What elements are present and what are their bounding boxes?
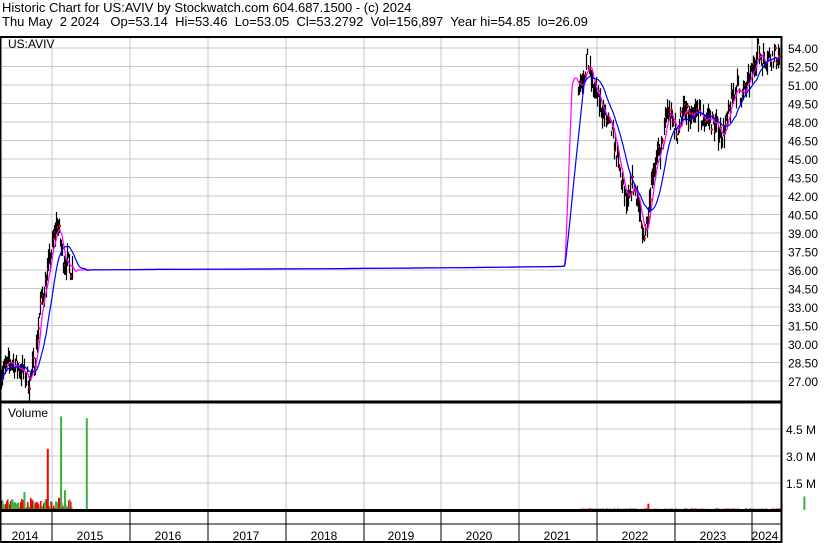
volume-spike bbox=[85, 418, 88, 510]
x-tick-label: 2019 bbox=[388, 529, 415, 543]
price-tick-label: 52.50 bbox=[788, 61, 818, 75]
volume-tick-label: 4.5 M bbox=[786, 423, 816, 437]
close-tick bbox=[669, 109, 671, 112]
volume-tick-label: 3.0 M bbox=[786, 450, 816, 464]
price-tick-label: 54.00 bbox=[788, 42, 818, 56]
price-tick-label: 34.50 bbox=[788, 283, 818, 297]
x-tick-label: 2020 bbox=[466, 529, 493, 543]
close-tick bbox=[673, 121, 675, 124]
price-tick-label: 40.50 bbox=[788, 209, 818, 223]
price-tick-label: 43.50 bbox=[788, 172, 818, 186]
close-tick bbox=[680, 111, 682, 114]
price-tick-label: 51.00 bbox=[788, 79, 818, 93]
close-tick bbox=[711, 128, 713, 131]
close-tick bbox=[676, 133, 678, 136]
close-tick bbox=[33, 356, 35, 359]
x-tick-label: 2024 bbox=[752, 529, 779, 543]
x-tick-label: 2022 bbox=[622, 529, 649, 543]
close-tick bbox=[671, 109, 673, 112]
long-moving-average bbox=[0, 56, 779, 385]
volume-spike bbox=[803, 496, 806, 510]
volume-spike bbox=[23, 492, 26, 510]
x-tick-label: 2023 bbox=[700, 529, 727, 543]
volume-spike bbox=[46, 448, 49, 510]
x-tick-label: 2017 bbox=[233, 529, 260, 543]
price-tick-label: 36.00 bbox=[788, 264, 818, 278]
close-tick bbox=[641, 223, 643, 226]
close-tick bbox=[725, 123, 727, 126]
price-tick-label: 31.50 bbox=[788, 320, 818, 334]
price-tick-label: 33.00 bbox=[788, 301, 818, 315]
price-tick-label: 28.50 bbox=[788, 357, 818, 371]
x-tick-label: 2014 bbox=[12, 529, 39, 543]
x-tick-label: 2018 bbox=[311, 529, 338, 543]
close-tick bbox=[644, 237, 646, 240]
x-tick-label: 2016 bbox=[155, 529, 182, 543]
x-tick-label: 2015 bbox=[77, 529, 104, 543]
price-tick-label: 30.00 bbox=[788, 338, 818, 352]
price-tick-label: 49.50 bbox=[788, 98, 818, 112]
volume-spike bbox=[60, 416, 63, 510]
x-tick-label: 2021 bbox=[544, 529, 571, 543]
close-tick bbox=[59, 224, 61, 227]
close-tick bbox=[650, 198, 652, 201]
price-chart: US:AVIV Volume 54.00 52.50 51.00 49.50 48.00… bbox=[0, 36, 819, 543]
price-tick-label: 39.00 bbox=[788, 227, 818, 241]
symbol-label: US:AVIV bbox=[8, 37, 54, 51]
price-tick-label: 42.00 bbox=[788, 190, 818, 204]
short-moving-average bbox=[0, 53, 780, 385]
price-bars bbox=[0, 37, 781, 401]
plot-border bbox=[0, 36, 783, 511]
close-tick bbox=[38, 327, 40, 330]
price-tick-label: 27.00 bbox=[788, 375, 818, 389]
close-tick bbox=[662, 139, 664, 142]
close-tick bbox=[37, 340, 39, 343]
close-tick bbox=[29, 387, 31, 390]
close-tick bbox=[632, 175, 634, 178]
grid bbox=[0, 38, 781, 543]
volume-bars bbox=[0, 416, 806, 510]
volume-tick-label: 1.5 M bbox=[786, 477, 816, 491]
close-tick bbox=[687, 104, 689, 107]
price-tick-label: 37.50 bbox=[788, 246, 818, 260]
chart-frame bbox=[0, 36, 783, 543]
price-tick-label: 46.50 bbox=[788, 135, 818, 149]
close-tick bbox=[630, 183, 632, 186]
close-tick bbox=[775, 46, 777, 49]
axis-ticks: 54.00 52.50 51.00 49.50 48.00 46.50 45.00 43.50… bbox=[12, 42, 819, 543]
price-tick-label: 48.00 bbox=[788, 116, 818, 130]
moving-averages bbox=[0, 53, 780, 385]
price-tick-label: 45.00 bbox=[788, 153, 818, 167]
close-tick bbox=[40, 302, 42, 305]
volume-label: Volume bbox=[8, 406, 48, 420]
volume-spike bbox=[63, 490, 66, 510]
